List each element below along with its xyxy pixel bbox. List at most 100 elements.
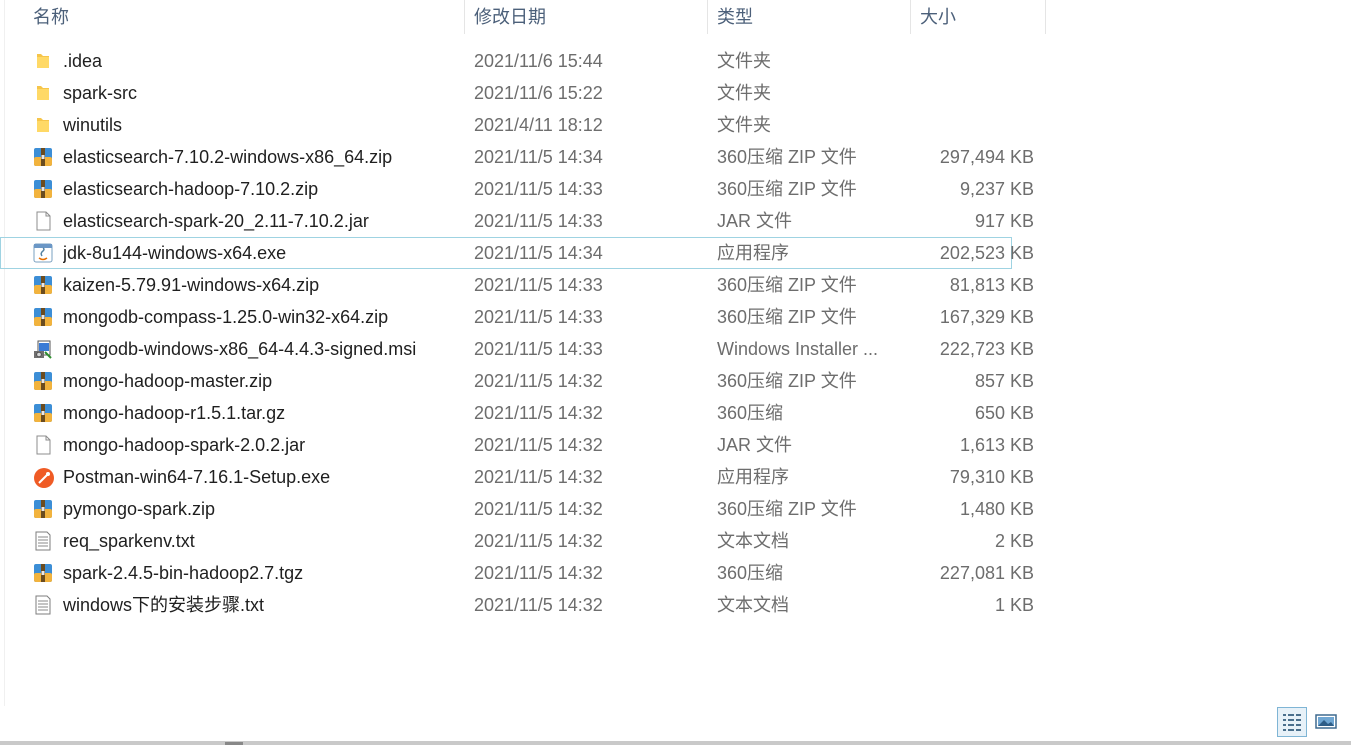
msi-installer-icon: [33, 339, 53, 359]
file-date-modified: 2021/11/5 14:33: [474, 275, 603, 295]
file-date-modified: 2021/11/5 14:34: [474, 147, 603, 167]
column-header: ^ 名称 修改日期 类型 大小: [0, 0, 1046, 36]
file-row[interactable]: .idea 2021/11/6 15:44 文件夹: [0, 45, 1046, 77]
archive-icon: [33, 499, 53, 519]
file-name: spark-2.4.5-bin-hadoop2.7.tgz: [63, 563, 304, 583]
file-date-modified: 2021/11/5 14:33: [474, 307, 603, 327]
folder-icon: [33, 115, 53, 135]
file-name: mongodb-windows-x86_64-4.4.3-signed.msi: [63, 339, 417, 359]
file-type: 文件夹: [717, 51, 771, 71]
file-row[interactable]: req_sparkenv.txt 2021/11/5 14:32 文本文档 2 KB: [0, 525, 1046, 557]
file-row[interactable]: spark-src 2021/11/6 15:22 文件夹: [0, 77, 1046, 109]
file-name: winutils: [63, 115, 123, 135]
large-icons-view-icon: [1315, 714, 1337, 729]
file-row[interactable]: mongodb-compass-1.25.0-win32-x64.zip 2021…: [0, 301, 1046, 333]
file-date-modified: 2021/11/6 15:22: [474, 83, 603, 103]
folder-icon: [33, 51, 53, 71]
file-type: Windows Installer ...: [717, 339, 879, 359]
file-name: elasticsearch-hadoop-7.10.2.zip: [63, 179, 319, 199]
file-list: .idea 2021/11/6 15:44 文件夹 spark-src 2021/11/…: [0, 45, 1046, 621]
file-name: mongo-hadoop-master.zip: [63, 371, 273, 391]
archive-icon: [33, 563, 53, 583]
column-header-type[interactable]: 类型: [709, 0, 911, 34]
file-size: [900, 109, 1034, 141]
file-size: [900, 45, 1034, 77]
file-size: 297,494 KB: [939, 147, 1034, 167]
file-type: 360压缩 ZIP 文件: [717, 179, 857, 199]
archive-icon: [33, 147, 53, 167]
archive-icon: [33, 307, 53, 327]
archive-icon: [33, 275, 53, 295]
file-name: kaizen-5.79.91-windows-x64.zip: [63, 275, 320, 295]
file-type: 文件夹: [717, 83, 771, 103]
file-name: spark-src: [63, 83, 138, 103]
file-size: 9,237 KB: [959, 179, 1034, 199]
file-name: Postman-win64-7.16.1-Setup.exe: [63, 467, 331, 487]
text-file-icon: [33, 531, 53, 551]
file-row[interactable]: mongo-hadoop-spark-2.0.2.jar 2021/11/5 14…: [0, 429, 1046, 461]
status-bar: [0, 706, 1351, 745]
file-type: JAR 文件: [717, 211, 793, 231]
file-size: 1 KB: [994, 595, 1034, 615]
file-row[interactable]: pymongo-spark.zip 2021/11/5 14:32 360压缩 ZI…: [0, 493, 1046, 525]
file-type: 应用程序: [717, 243, 789, 263]
details-view-icon: [1283, 714, 1301, 731]
large-icons-view-button[interactable]: [1312, 707, 1342, 737]
file-row[interactable]: elasticsearch-hadoop-7.10.2.zip 2021/11/5…: [0, 173, 1046, 205]
file-type: 文本文档: [717, 531, 789, 551]
file-type: 360压缩 ZIP 文件: [717, 147, 857, 167]
file-row[interactable]: Postman-win64-7.16.1-Setup.exe 2021/11/5 …: [0, 461, 1046, 493]
file-row[interactable]: kaizen-5.79.91-windows-x64.zip 2021/11/5 …: [0, 269, 1046, 301]
file-date-modified: 2021/11/5 14:32: [474, 563, 603, 583]
archive-icon: [33, 403, 53, 423]
column-header-date-modified[interactable]: 修改日期: [466, 0, 708, 34]
java-installer-icon: [33, 243, 53, 263]
file-name: elasticsearch-spark-20_2.11-7.10.2.jar: [63, 211, 369, 231]
postman-icon: [33, 467, 54, 488]
file-name: jdk-8u144-windows-x64.exe: [63, 243, 287, 263]
file-type: 360压缩: [717, 563, 784, 583]
file-type: 文本文档: [717, 595, 789, 615]
file-type: 360压缩: [717, 403, 784, 423]
file-date-modified: 2021/11/5 14:34: [474, 243, 603, 263]
file-size: 81,813 KB: [949, 275, 1034, 295]
file-date-modified: 2021/11/5 14:32: [474, 435, 603, 455]
file-size: 222,723 KB: [939, 339, 1034, 359]
file-row[interactable]: mongodb-windows-x86_64-4.4.3-signed.msi 2…: [0, 333, 1046, 365]
details-view-button[interactable]: [1277, 707, 1307, 737]
file-row[interactable]: winutils 2021/4/11 18:12 文件夹: [0, 109, 1046, 141]
file-row[interactable]: elasticsearch-7.10.2-windows-x86_64.zip 2…: [0, 141, 1046, 173]
file-date-modified: 2021/11/5 14:32: [474, 403, 603, 423]
file-type: 360压缩 ZIP 文件: [717, 371, 857, 391]
file-size: 227,081 KB: [939, 563, 1034, 583]
file-name: windows下的安装步骤.txt: [63, 595, 265, 615]
file-date-modified: 2021/11/5 14:33: [474, 339, 603, 359]
file-type: 文件夹: [717, 115, 771, 135]
file-size: 1,480 KB: [959, 499, 1034, 519]
file-row[interactable]: mongo-hadoop-r1.5.1.tar.gz 2021/11/5 14:3…: [0, 397, 1046, 429]
horizontal-scrollbar[interactable]: [0, 741, 1351, 745]
file-row[interactable]: mongo-hadoop-master.zip 2021/11/5 14:32 36…: [0, 365, 1046, 397]
file-name: elasticsearch-7.10.2-windows-x86_64.zip: [63, 147, 393, 167]
column-header-size[interactable]: 大小: [912, 0, 1046, 34]
file-size: 1,613 KB: [959, 435, 1034, 455]
file-size: [900, 77, 1034, 109]
file-icon: [33, 211, 53, 231]
folder-icon: [33, 83, 53, 103]
file-size: 79,310 KB: [949, 467, 1034, 487]
file-icon: [33, 435, 53, 455]
file-date-modified: 2021/11/5 14:33: [474, 179, 603, 199]
text-file-icon: [33, 595, 53, 615]
file-date-modified: 2021/11/6 15:44: [474, 51, 603, 71]
column-header-name[interactable]: 名称: [25, 0, 465, 34]
file-date-modified: 2021/11/5 14:32: [474, 467, 603, 487]
file-row[interactable]: windows下的安装步骤.txt 2021/11/5 14:32 文本文档 1 KB: [0, 589, 1046, 621]
file-row[interactable]: spark-2.4.5-bin-hadoop2.7.tgz 2021/11/5 1…: [0, 557, 1046, 589]
file-row[interactable]: elasticsearch-spark-20_2.11-7.10.2.jar 20…: [0, 205, 1046, 237]
file-size: 650 KB: [974, 403, 1034, 423]
file-date-modified: 2021/11/5 14:32: [474, 499, 603, 519]
file-size: 857 KB: [974, 371, 1034, 391]
file-type: JAR 文件: [717, 435, 793, 455]
file-date-modified: 2021/11/5 14:32: [474, 531, 603, 551]
file-row[interactable]: jdk-8u144-windows-x64.exe 2021/11/5 14:34…: [0, 237, 1034, 269]
